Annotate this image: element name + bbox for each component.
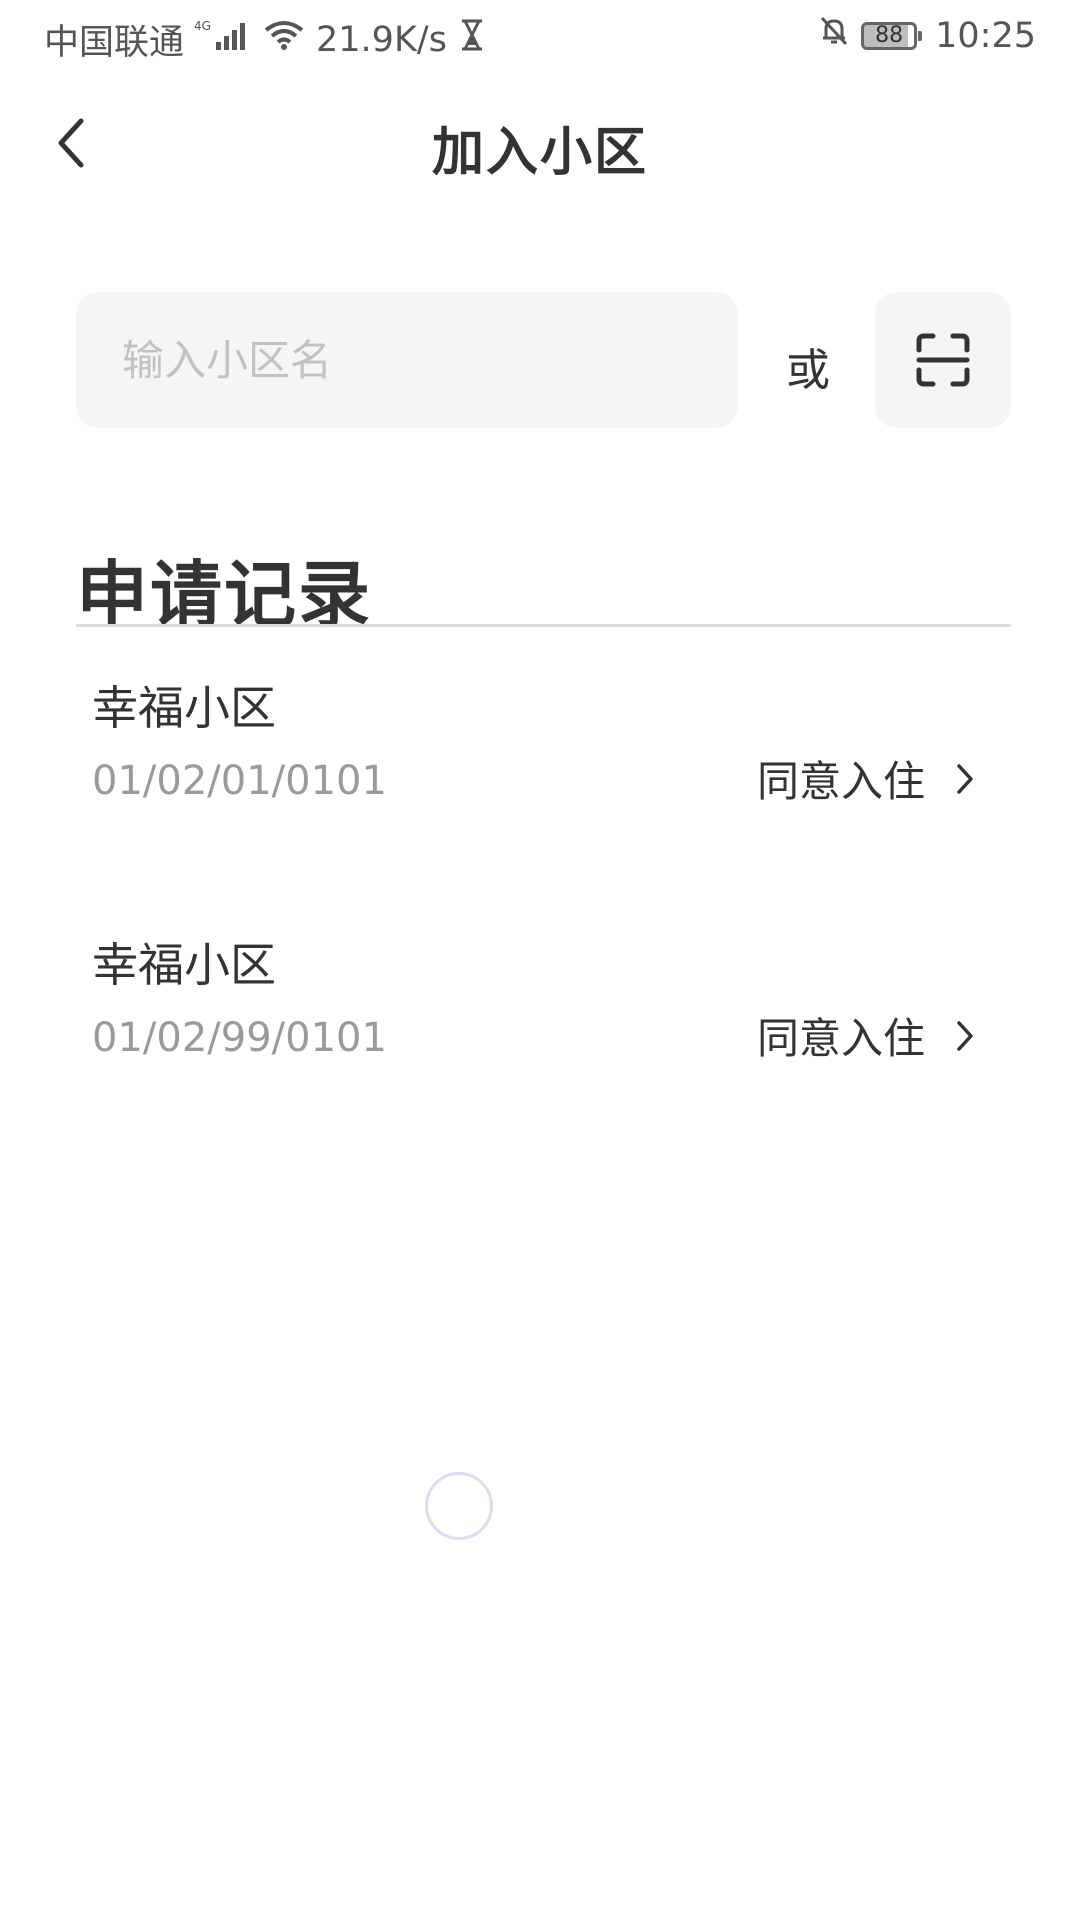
section-divider (76, 624, 1011, 627)
status-bar-right: 88 10:25 (817, 14, 1046, 57)
loading-spinner (425, 1472, 493, 1540)
nav-bar: 加入小区 (0, 90, 1080, 200)
record-community-name: 幸福小区 (92, 938, 276, 992)
status-bar: 中国联通 4G 21.9K/s 88 10:25 (0, 0, 1080, 76)
community-search-input[interactable] (120, 334, 738, 386)
carrier-label: 中国联通 (44, 23, 185, 63)
record-address: 01/02/99/0101 (92, 1015, 387, 1061)
network-type-label: 4G (194, 19, 211, 33)
record-community-name: 幸福小区 (92, 681, 276, 735)
chevron-right-icon (957, 763, 973, 794)
battery-icon: 88 (861, 21, 923, 50)
chevron-right-icon (957, 1020, 973, 1051)
scan-button[interactable] (875, 292, 1011, 428)
clock-label: 10:25 (935, 15, 1036, 56)
search-box[interactable] (76, 292, 738, 428)
record-status-link[interactable]: 同意入住 (757, 748, 975, 809)
network-speed-label: 21.9K/s (316, 19, 447, 60)
wifi-icon (262, 18, 306, 61)
cellular-signal-icon: 4G (194, 18, 252, 61)
hourglass-icon (457, 18, 487, 61)
scan-icon (916, 333, 970, 387)
record-item[interactable]: 幸福小区 01/02/01/0101 同意入住 (76, 672, 1011, 872)
record-item[interactable]: 幸福小区 01/02/99/0101 同意入住 (76, 929, 1011, 1129)
record-status-label: 同意入住 (756, 1014, 925, 1063)
record-status-label: 同意入住 (756, 757, 925, 806)
record-address: 01/02/01/0101 (92, 758, 387, 804)
record-status-link[interactable]: 同意入住 (757, 1005, 975, 1066)
status-bar-left: 中国联通 4G 21.9K/s (44, 14, 497, 65)
page-title: 加入小区 (431, 123, 648, 183)
or-label: 或 (786, 345, 830, 396)
bell-muted-icon (817, 14, 851, 57)
page: 中国联通 4G 21.9K/s 88 10:25 加入小区 输入小区名 或 申请… (0, 0, 1080, 1920)
